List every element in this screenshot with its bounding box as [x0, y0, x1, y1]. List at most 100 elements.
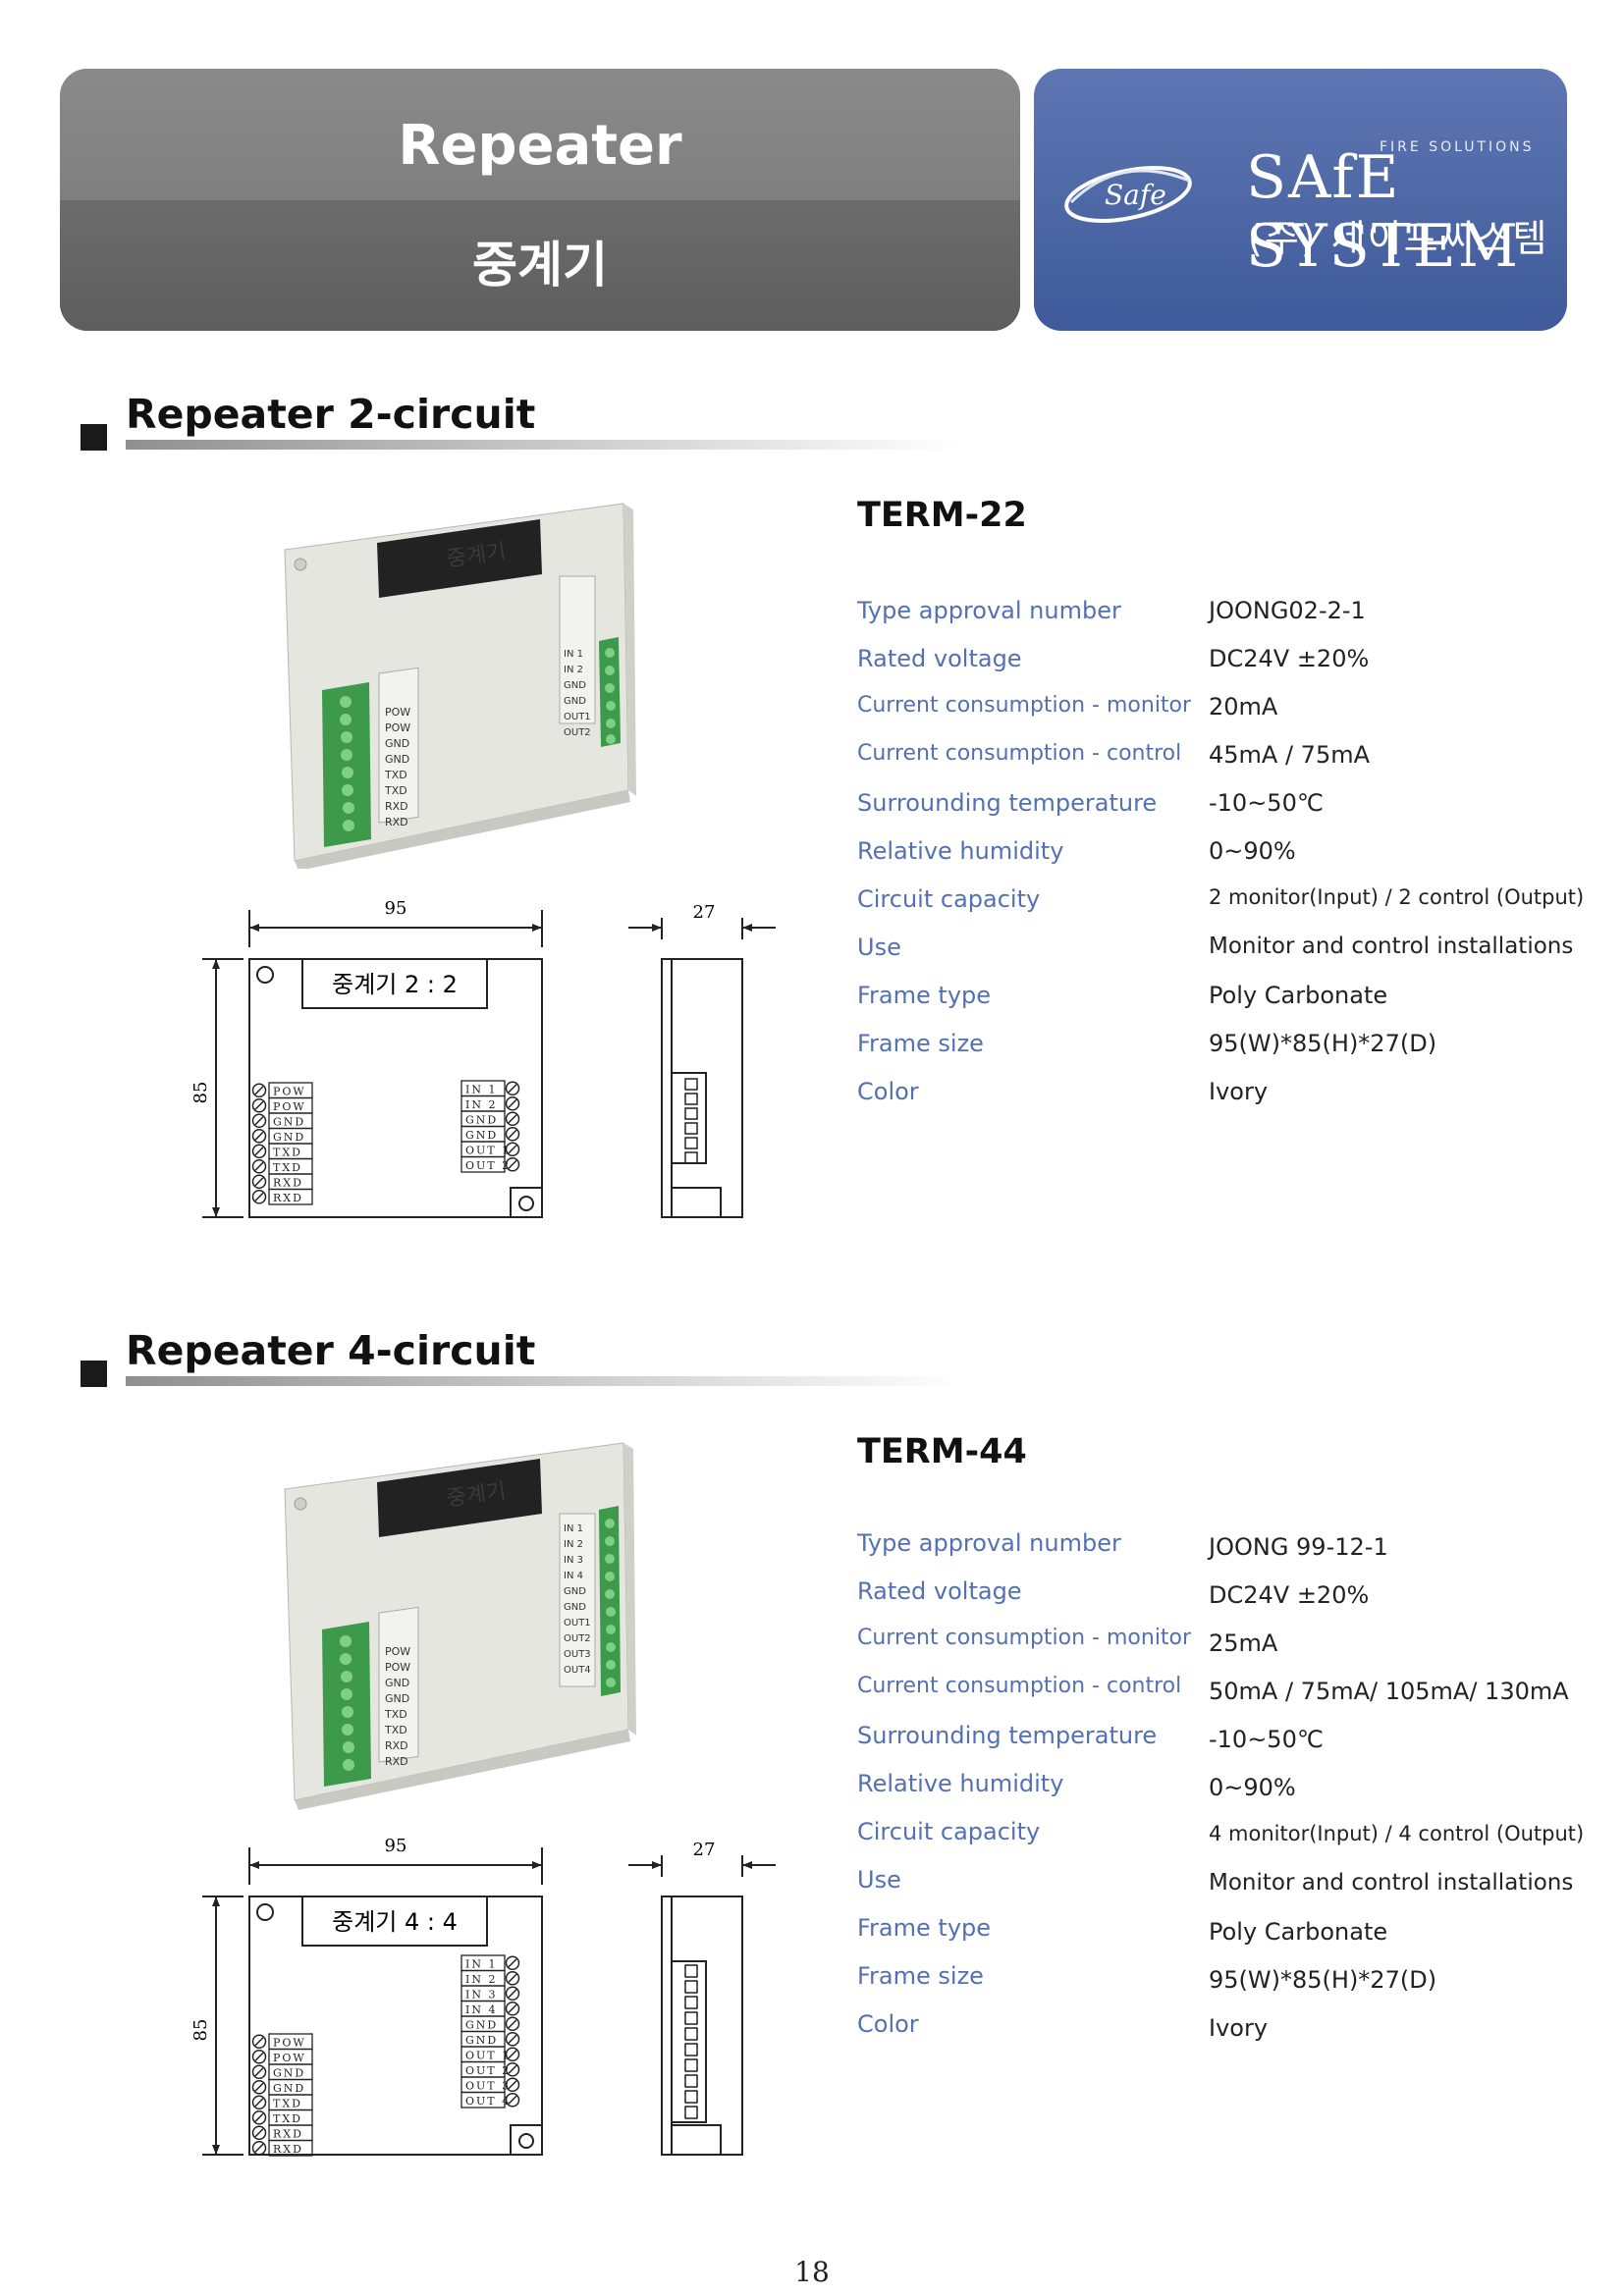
- screw-slot: [508, 1098, 517, 1108]
- screw-slot: [508, 1989, 517, 1999]
- spec-value: Monitor and control installations: [1209, 1870, 1574, 1896]
- spec-row: Surrounding temperature -10~50℃: [857, 1722, 1603, 1761]
- spec-row: Current consumption - control 45mA / 75mA: [857, 741, 1603, 780]
- logo-oval-text: Safe: [1105, 179, 1166, 211]
- spec-label: Surrounding temperature: [857, 1722, 1158, 1749]
- terminal-label: GND: [564, 680, 586, 691]
- screw-slot: [508, 2019, 517, 2029]
- panel-label: 중계기 2 : 2: [332, 971, 458, 998]
- spec-row: Use Monitor and control installations: [857, 1866, 1603, 1905]
- screw-slot: [254, 2067, 264, 2077]
- terminal-label: IN 4: [465, 2003, 497, 2016]
- screw-slot: [254, 2112, 264, 2122]
- terminal-label: GND: [385, 1692, 409, 1705]
- spec-row: Frame type Poly Carbonate: [857, 1914, 1603, 1953]
- spec-label: Circuit capacity: [857, 885, 1041, 913]
- terminal-label: TXD: [273, 2112, 302, 2125]
- terminal-label: RXD: [385, 1739, 408, 1752]
- spec-label: Frame size: [857, 1962, 984, 1990]
- terminal-label: RXD: [273, 2128, 303, 2141]
- screw-slot: [254, 1131, 264, 1141]
- spec-label: Frame type: [857, 1914, 992, 1942]
- terminal-label: POW: [385, 706, 410, 719]
- dimension-drawing-term-44: 95 27 85 중계기 4 : 4 POW POW GND GND TXD TXD RXD…: [190, 1836, 776, 2157]
- spec-value: JOONG 99-12-1: [1209, 1533, 1388, 1561]
- connector-pin: [684, 2011, 698, 2025]
- section-title: Repeater 4-circuit: [126, 1327, 536, 1374]
- spec-value: 50mA / 75mA/ 105mA/ 130mA: [1209, 1678, 1569, 1705]
- spec-row: Relative humidity 0~90%: [857, 1770, 1603, 1809]
- terminal-label: TXD: [273, 1161, 302, 1174]
- screw-slot: [254, 1177, 264, 1187]
- terminal-label: RXD: [385, 1755, 408, 1768]
- terminal-label: TXD: [273, 2098, 302, 2110]
- terminal-label: IN 1: [564, 649, 583, 660]
- terminal-label: GND: [385, 1677, 409, 1689]
- spec-value: 95(W)*85(H)*27(D): [1209, 1966, 1437, 1994]
- screw-slot: [254, 2037, 264, 2047]
- screw-slot: [254, 1147, 264, 1156]
- spec-label: Color: [857, 2010, 919, 2038]
- spec-row: Type approval number JOONG02-2-1: [857, 597, 1603, 636]
- spec-label: Circuit capacity: [857, 1818, 1041, 1845]
- terminal-label: OUT3: [564, 1649, 591, 1660]
- spec-row: Use Monitor and control installations: [857, 934, 1603, 973]
- terminal-label: OUT1: [564, 712, 591, 722]
- connector-pin: [684, 1107, 698, 1120]
- spec-row: Color Ivory: [857, 1078, 1603, 1117]
- spec-value: 4 monitor(Input) / 4 control (Output): [1209, 1822, 1585, 1845]
- terminal-label: TXD: [273, 1147, 302, 1159]
- product-image-term-22: 중계기 POW POW GND GND TXD TXD RXD RXD IN 1…: [284, 503, 636, 869]
- model-name: TERM-44: [857, 1432, 1027, 1471]
- spec-value: Poly Carbonate: [1209, 1918, 1388, 1946]
- spec-value: 25mA: [1209, 1629, 1278, 1657]
- height-dimension-label: 85: [190, 1082, 211, 1104]
- spec-value: -10~50℃: [1209, 1726, 1324, 1753]
- terminal-label: GND: [385, 737, 409, 750]
- connector-pin: [684, 1093, 698, 1105]
- terminal-label: GND: [273, 1116, 305, 1129]
- spec-label: Relative humidity: [857, 837, 1064, 865]
- depth-dimension-label: 27: [693, 1840, 716, 1860]
- width-dimension-label: 95: [385, 1836, 407, 1856]
- connector-pin: [684, 2027, 698, 2041]
- spec-label: Relative humidity: [857, 1770, 1064, 1797]
- connector-pin: [684, 1151, 698, 1164]
- spec-row: Current consumption - control 50mA / 75mA…: [857, 1674, 1603, 1713]
- spec-row: Relative humidity 0~90%: [857, 837, 1603, 877]
- spec-label: Surrounding temperature: [857, 789, 1158, 817]
- spec-value: DC24V ±20%: [1209, 1581, 1370, 1609]
- terminal-label: IN 1: [465, 1084, 497, 1096]
- screw-slot: [254, 1161, 264, 1171]
- section-bullet-icon: [81, 1361, 107, 1387]
- screw-slot: [508, 1114, 517, 1124]
- connector-pin: [684, 1137, 698, 1149]
- terminal-label: POW: [273, 1086, 306, 1098]
- spec-row: Circuit capacity 4 monitor(Input) / 4 con…: [857, 1818, 1603, 1857]
- terminal-label: IN 2: [564, 1539, 583, 1550]
- terminal-label: OUT1: [564, 1618, 591, 1629]
- screw-slot: [254, 1100, 264, 1110]
- section-bullet-icon: [81, 424, 107, 451]
- section-title: Repeater 2-circuit: [126, 391, 536, 438]
- terminal-label: GND: [564, 1602, 586, 1613]
- screw-slot: [254, 2052, 264, 2061]
- connector-pin: [684, 1980, 698, 1994]
- page-number: 18: [794, 2256, 830, 2288]
- panel-label: 중계기 4 : 4: [332, 1908, 458, 1936]
- terminal-label: POW: [385, 1645, 410, 1658]
- spec-row: Circuit capacity 2 monitor(Input) / 2 con…: [857, 885, 1603, 925]
- terminal-label: RXD: [385, 800, 408, 813]
- spec-row: Frame size 95(W)*85(H)*27(D): [857, 1962, 1603, 2002]
- terminal-label: POW: [273, 2037, 306, 2050]
- page-title-korean: 중계기: [472, 237, 608, 294]
- spec-label: Rated voltage: [857, 1577, 1022, 1605]
- terminal-label: POW: [273, 2052, 306, 2064]
- spec-row: Surrounding temperature -10~50℃: [857, 789, 1603, 828]
- connector-pin: [684, 1078, 698, 1091]
- terminal-label: TXD: [384, 1708, 407, 1721]
- spec-label: Current consumption - monitor: [857, 693, 1192, 718]
- spec-label: Current consumption - monitor: [857, 1626, 1192, 1650]
- spec-label: Use: [857, 1866, 901, 1894]
- terminal-label: IN 4: [564, 1571, 583, 1581]
